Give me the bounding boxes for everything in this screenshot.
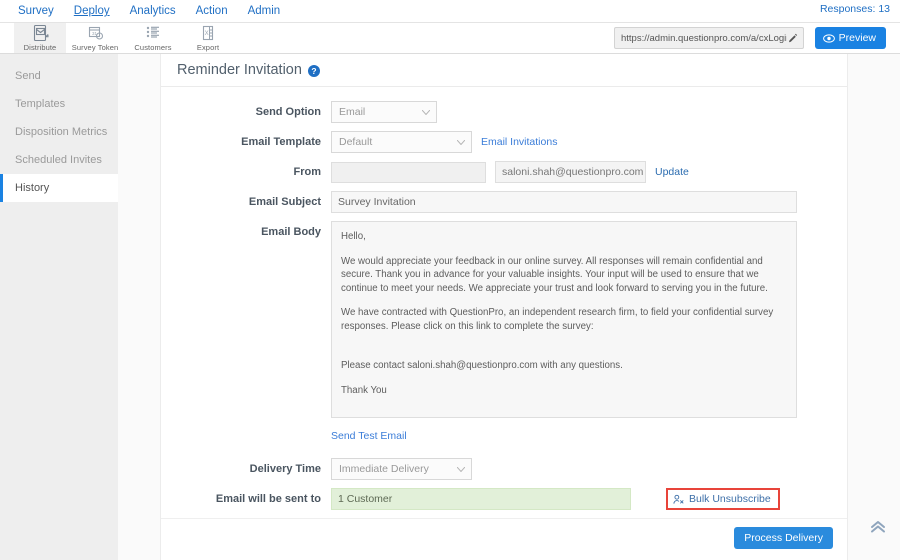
card-footer: Process Delivery [161, 518, 847, 560]
row-email-body: Email Body Hello, We would appreciate yo… [161, 221, 847, 418]
chevron-down-icon [457, 140, 465, 145]
label-send-option: Send Option [255, 106, 321, 118]
topnav-item-admin[interactable]: Admin [238, 0, 291, 22]
sidebar-item-disposition-metrics[interactable]: Disposition Metrics [0, 118, 118, 146]
deploy-toolbar: Distribute 31 Survey Token Customers X E… [0, 22, 900, 54]
svg-text:X: X [204, 31, 208, 37]
send-test-email-link[interactable]: Send Test Email [331, 430, 407, 442]
label-from: From [293, 166, 322, 178]
send-option-select[interactable]: Email [331, 101, 437, 123]
row-send-test-email: Send Test Email [331, 426, 847, 444]
delivery-time-value: Immediate Delivery [339, 463, 429, 475]
right-padding-area [848, 54, 900, 560]
row-send-option: Send Option Email [161, 101, 847, 123]
email-body-paragraph-2: We have contracted with QuestionPro, an … [341, 307, 774, 332]
main-shell: Send Templates Disposition Metrics Sched… [0, 54, 900, 560]
preview-button-label: Preview [838, 32, 876, 44]
layout-gutter [118, 54, 160, 560]
svg-text:?: ? [311, 66, 316, 76]
from-email-value[interactable]: saloni.shah@questionpro.com [495, 161, 646, 183]
sidebar-item-history[interactable]: History [0, 174, 118, 202]
help-circle-icon[interactable]: ? [307, 64, 320, 77]
email-body-paragraph-1: We would appreciate your feedback in our… [341, 255, 768, 294]
toolbar-label-distribute: Distribute [23, 43, 57, 52]
email-body-greeting: Hello, [341, 231, 366, 242]
sidebar-item-templates[interactable]: Templates [0, 90, 118, 118]
export-excel-icon: X [182, 24, 234, 43]
user-unsubscribe-icon [673, 494, 684, 504]
top-navigation-bar: Survey Deploy Analytics Action Admin Res… [0, 0, 900, 22]
distribute-icon [14, 24, 66, 43]
send-option-value: Email [339, 106, 366, 118]
chevron-down-icon [422, 110, 430, 115]
email-body-textarea[interactable]: Hello, We would appreciate your feedback… [331, 221, 797, 418]
toolbar-label-survey-token: Survey Token [71, 43, 119, 52]
email-template-select[interactable]: Default [331, 131, 472, 153]
process-delivery-button[interactable]: Process Delivery [734, 527, 833, 549]
toolbar-item-distribute[interactable]: Distribute [14, 23, 66, 53]
responses-count: Responses: 13 [819, 3, 890, 15]
double-chevron-up-icon[interactable] [868, 516, 888, 536]
toolbar-item-survey-token[interactable]: 31 Survey Token [66, 23, 124, 53]
email-template-value: Default [339, 136, 373, 148]
update-link[interactable]: Update [655, 166, 689, 178]
recipient-count-box: 1 Customer [331, 488, 631, 510]
label-delivery-time: Delivery Time [249, 463, 321, 475]
edit-pencil-icon[interactable] [787, 32, 799, 44]
sidebar-item-send[interactable]: Send [0, 62, 118, 90]
eye-icon [822, 33, 835, 43]
page-title: Reminder Invitation [177, 62, 302, 78]
label-email-subject: Email Subject [248, 196, 321, 208]
label-email-body: Email Body [261, 226, 321, 238]
toolbar-item-customers[interactable]: Customers [124, 23, 182, 53]
preview-button[interactable]: Preview [814, 27, 886, 49]
label-email-template: Email Template [241, 136, 321, 148]
survey-url-field[interactable]: https://admin.questionpro.com/a/cxLogin.… [614, 27, 804, 49]
reminder-invitation-form: Send Option Email Email Template Default [161, 87, 847, 510]
chevron-down-icon [457, 467, 465, 472]
email-invitations-link[interactable]: Email Invitations [481, 136, 557, 148]
topnav-item-action[interactable]: Action [186, 0, 238, 22]
bulk-unsubscribe-button[interactable]: Bulk Unsubscribe [666, 488, 780, 510]
survey-url-value: https://admin.questionpro.com/a/cxLogin.… [621, 32, 787, 44]
email-subject-input[interactable]: Survey Invitation [331, 191, 797, 213]
row-email-subject: Email Subject Survey Invitation [161, 191, 847, 213]
card-header: Reminder Invitation ? [161, 54, 847, 87]
survey-token-icon: 31 [66, 24, 124, 43]
delivery-time-select[interactable]: Immediate Delivery [331, 458, 472, 480]
email-body-paragraph-3: Please contact saloni.shah@questionpro.c… [341, 360, 623, 371]
topnav-item-deploy[interactable]: Deploy [64, 0, 120, 22]
row-from: From saloni.shah@questionpro.com Update [161, 161, 847, 183]
from-input[interactable] [331, 161, 486, 183]
customers-icon [124, 24, 182, 43]
topnav-item-analytics[interactable]: Analytics [120, 0, 186, 22]
row-delivery-time: Delivery Time Immediate Delivery [161, 458, 847, 480]
label-email-sent-to: Email will be sent to [215, 493, 321, 505]
content-card: Reminder Invitation ? Send Option Email … [160, 54, 848, 560]
left-sidebar: Send Templates Disposition Metrics Sched… [0, 54, 118, 560]
row-email-recipients: Email will be sent to 1 Customer Bulk Un… [161, 488, 847, 510]
sidebar-item-scheduled-invites[interactable]: Scheduled Invites [0, 146, 118, 174]
email-body-paragraph-4: Thank You [341, 384, 387, 396]
topnav-item-survey[interactable]: Survey [8, 0, 64, 22]
toolbar-item-export[interactable]: X Export [182, 23, 234, 53]
bulk-unsubscribe-label: Bulk Unsubscribe [689, 493, 771, 505]
row-email-template: Email Template Default Email Invitations [161, 131, 847, 153]
toolbar-label-export: Export [196, 43, 220, 52]
toolbar-label-customers: Customers [134, 43, 172, 52]
